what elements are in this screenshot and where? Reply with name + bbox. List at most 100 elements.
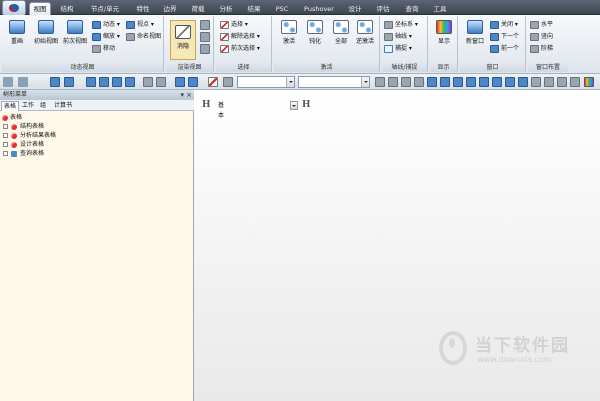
tab-node-element[interactable]: 节点/单元 xyxy=(86,3,124,15)
deactivate-button[interactable]: 钝化 xyxy=(302,20,328,45)
tab-query[interactable]: 查询 xyxy=(402,3,422,15)
tab-evaluate[interactable]: 评估 xyxy=(373,3,393,15)
tab-structure[interactable]: 结构 xyxy=(57,3,77,15)
inverse-activate-button[interactable]: 逆激活 xyxy=(352,20,378,45)
boundary-display-icon[interactable] xyxy=(401,77,411,87)
tab-pushover[interactable]: Pushover xyxy=(300,3,338,15)
select-window-icon[interactable] xyxy=(99,77,109,87)
render-mode-icon[interactable] xyxy=(200,44,210,54)
activate-button[interactable]: 激活 xyxy=(276,20,302,45)
view-dropdown[interactable] xyxy=(290,101,298,110)
pan-button[interactable]: 移动 xyxy=(92,44,115,54)
all-button[interactable]: 全部 xyxy=(328,20,354,45)
layer-select[interactable] xyxy=(237,76,295,88)
tree-node-structure-tables[interactable]: 结构表格 xyxy=(3,123,44,131)
snap-icon[interactable] xyxy=(143,77,153,87)
iso-view-icon[interactable] xyxy=(427,77,437,87)
render-option-icon[interactable] xyxy=(584,77,594,87)
tab-property[interactable]: 特性 xyxy=(133,3,153,15)
tree-node-root[interactable]: 表格 xyxy=(2,114,22,122)
top-view-icon[interactable] xyxy=(440,77,450,87)
tile-horizontal-button[interactable]: 水平 xyxy=(530,20,553,30)
copy-view-icon[interactable] xyxy=(64,77,74,87)
all-label: 全部 xyxy=(334,38,347,45)
tab-design[interactable]: 设计 xyxy=(345,3,365,15)
expand-icon[interactable] xyxy=(3,142,8,147)
tree-node-query-tables[interactable]: 查询表格 xyxy=(3,150,44,158)
tab-psc[interactable]: PSC xyxy=(273,3,291,15)
view-h-icon[interactable]: H xyxy=(202,100,212,111)
viewpoint-button[interactable]: 视点 ▾ xyxy=(126,20,154,30)
cascade-button[interactable]: 阶梯 xyxy=(530,44,553,54)
unselect-button[interactable]: 解除选择 ▾ xyxy=(220,32,260,42)
previous-select-button[interactable]: 前次选择 ▾ xyxy=(220,44,260,54)
previous-view-button[interactable]: 前次视图 xyxy=(60,20,90,45)
select-intersect-icon[interactable] xyxy=(125,77,135,87)
query-icon[interactable] xyxy=(223,77,233,87)
axis-button[interactable]: 轴线 ▾ xyxy=(384,32,412,42)
print-icon[interactable] xyxy=(50,77,60,87)
structure-table-icon xyxy=(11,124,17,130)
previous-window-button[interactable]: 前一个 xyxy=(490,44,519,54)
pointer-icon[interactable] xyxy=(208,77,218,87)
tab-boundary[interactable]: 边界 xyxy=(160,3,180,15)
unsnap-icon[interactable] xyxy=(156,77,166,87)
tab-report[interactable]: 计算书 xyxy=(52,101,74,111)
shrink-icon[interactable] xyxy=(544,77,554,87)
tab-works[interactable]: 工作 xyxy=(20,101,36,111)
right-view-icon[interactable] xyxy=(479,77,489,87)
shade-icon[interactable] xyxy=(200,32,210,42)
expand-icon[interactable] xyxy=(3,124,8,129)
close-window-button[interactable]: 关闭 ▾ xyxy=(490,20,518,30)
tab-results[interactable]: 结果 xyxy=(244,3,264,15)
color-option-icon[interactable] xyxy=(570,77,580,87)
tab-groups[interactable]: 组 xyxy=(38,101,48,111)
view-h-icon-2[interactable]: H xyxy=(302,100,312,111)
select-polygon-icon[interactable] xyxy=(112,77,122,87)
perspective-icon[interactable] xyxy=(531,77,541,87)
zoom-fit-icon[interactable] xyxy=(188,77,198,87)
zoom-window-icon[interactable] xyxy=(175,77,185,87)
tab-tools[interactable]: 工具 xyxy=(430,3,450,15)
bottom-view-icon[interactable] xyxy=(518,77,528,87)
element-number-icon[interactable] xyxy=(388,77,398,87)
side-view-icon[interactable] xyxy=(466,77,476,87)
expand-icon[interactable] xyxy=(3,133,8,138)
select-node-icon[interactable] xyxy=(86,77,96,87)
zoom-button[interactable]: 缩放 ▾ xyxy=(92,32,120,42)
back-view-icon[interactable] xyxy=(505,77,515,87)
tree-node-design-tables[interactable]: 设计表格 xyxy=(3,141,44,149)
line-weight-icon[interactable] xyxy=(18,77,28,87)
expand-icon[interactable] xyxy=(3,151,8,156)
named-view-button[interactable]: 命名视图 xyxy=(126,32,161,42)
view-name[interactable]: 基本 xyxy=(218,101,224,121)
pin-icon[interactable]: ▾ xyxy=(180,90,184,100)
dynamic-button[interactable]: 动态 ▾ xyxy=(92,20,120,30)
group-select-dropdown[interactable] xyxy=(298,76,370,88)
redraw-button[interactable]: 重画 xyxy=(4,20,30,45)
display-option-icon[interactable] xyxy=(557,77,567,87)
tab-load[interactable]: 荷载 xyxy=(188,3,208,15)
line-style-icon[interactable] xyxy=(3,77,13,87)
new-window-button[interactable]: 新窗口 xyxy=(461,20,489,45)
wireframe-icon[interactable] xyxy=(200,20,210,30)
tab-tables[interactable]: 表格 xyxy=(1,101,20,111)
model-view[interactable]: H 基本 H 当下软件园 www.downxia.com xyxy=(194,90,600,401)
tree-node-analysis-result-tables[interactable]: 分析结果表格 xyxy=(3,132,56,140)
initial-view-button[interactable]: 初始视图 xyxy=(30,20,62,45)
node-number-icon[interactable] xyxy=(375,77,385,87)
app-menu-button[interactable] xyxy=(2,0,26,16)
close-icon[interactable]: × xyxy=(186,90,192,100)
front-view-icon[interactable] xyxy=(453,77,463,87)
display-button[interactable]: 显示 xyxy=(431,20,457,45)
tab-view[interactable]: 视图 xyxy=(29,2,51,16)
tab-analysis[interactable]: 分析 xyxy=(216,3,236,15)
hidden-line-button[interactable]: 消隐 xyxy=(170,20,196,60)
load-display-icon[interactable] xyxy=(414,77,424,87)
next-window-button[interactable]: 下一个 xyxy=(490,32,519,42)
coordinate-system-button[interactable]: 坐标系 ▾ xyxy=(384,20,418,30)
select-button[interactable]: 选择 ▾ xyxy=(220,20,248,30)
snap-button[interactable]: 捕捉 ▾ xyxy=(384,44,412,54)
tile-vertical-button[interactable]: 竖向 xyxy=(530,32,553,42)
left-view-icon[interactable] xyxy=(492,77,502,87)
